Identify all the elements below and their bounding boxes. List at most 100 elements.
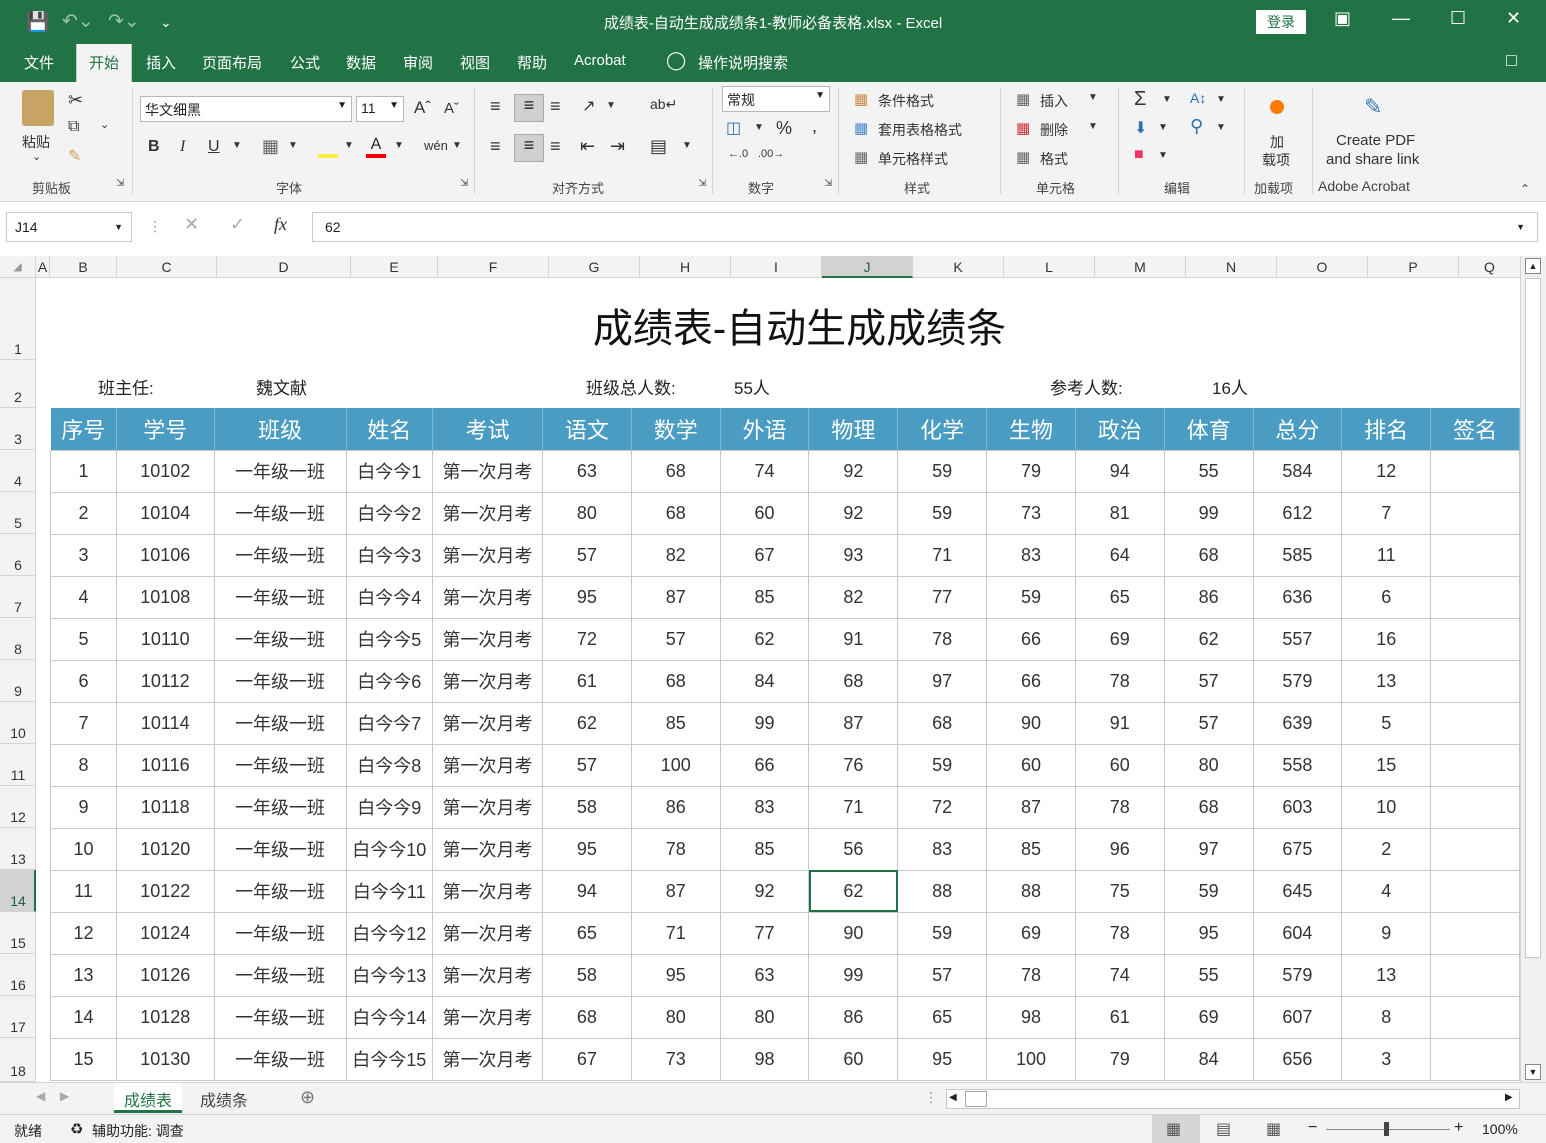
table-cell[interactable]: 第一次月考 bbox=[431, 659, 544, 703]
table-cell[interactable]: 第一次月考 bbox=[431, 995, 544, 1039]
login-button[interactable]: 登录 bbox=[1256, 10, 1306, 34]
sort-filter-icon[interactable]: A↕ bbox=[1190, 90, 1206, 106]
table-cell[interactable]: 88 bbox=[986, 869, 1076, 913]
table-cell[interactable]: 白今今5 bbox=[345, 617, 433, 661]
number-format-dropdown-icon[interactable]: ▼ bbox=[815, 90, 825, 101]
zoom-out-icon[interactable]: − bbox=[1308, 1119, 1317, 1137]
close-icon[interactable]: ✕ bbox=[1506, 8, 1521, 29]
table-cell[interactable]: 66 bbox=[986, 617, 1076, 661]
table-cell[interactable]: 65 bbox=[1074, 575, 1165, 619]
table-cell[interactable]: 白今今9 bbox=[345, 785, 433, 829]
table-cell[interactable]: 9 bbox=[1341, 911, 1432, 955]
table-cell[interactable]: 4 bbox=[50, 575, 117, 619]
create-pdf-line1[interactable]: Create PDF bbox=[1336, 132, 1415, 149]
table-cell[interactable]: 57 bbox=[630, 617, 721, 661]
table-cell[interactable]: 第一次月考 bbox=[431, 533, 544, 577]
conditional-format-button[interactable]: 条件格式 bbox=[878, 91, 934, 111]
table-cell[interactable]: 14 bbox=[50, 995, 117, 1039]
scroll-up-icon[interactable]: ▲ bbox=[1525, 258, 1541, 274]
zoom-slider-thumb[interactable] bbox=[1384, 1122, 1389, 1136]
table-cell[interactable] bbox=[1430, 785, 1520, 829]
comments-icon[interactable]: □ bbox=[1506, 50, 1517, 71]
column-title[interactable]: 数学 bbox=[631, 408, 721, 450]
table-cell[interactable]: 579 bbox=[1252, 659, 1343, 703]
orientation-icon[interactable]: ↗ bbox=[582, 96, 595, 116]
table-cell[interactable]: 63 bbox=[542, 449, 632, 493]
table-cell[interactable]: 78 bbox=[897, 617, 988, 661]
column-header[interactable]: A bbox=[36, 256, 50, 278]
table-cell[interactable]: 2 bbox=[1341, 827, 1432, 871]
font-color-icon[interactable]: A bbox=[366, 136, 386, 158]
exam-count-label[interactable]: 参考人数: bbox=[1050, 374, 1123, 399]
row-header[interactable]: 2 bbox=[0, 360, 36, 408]
table-cell[interactable]: 11 bbox=[1341, 533, 1432, 577]
table-cell[interactable]: 80 bbox=[1163, 743, 1254, 787]
table-cell[interactable]: 79 bbox=[986, 449, 1076, 493]
table-cell[interactable]: 白今今14 bbox=[345, 995, 433, 1039]
table-cell[interactable]: 95 bbox=[897, 1037, 988, 1081]
table-cell[interactable]: 100 bbox=[986, 1037, 1076, 1081]
table-cell[interactable]: 10126 bbox=[115, 953, 215, 997]
addins-icon[interactable] bbox=[1270, 100, 1284, 114]
tell-me-search[interactable]: 操作说明搜索 bbox=[698, 52, 788, 73]
format-painter-icon[interactable]: ✎ bbox=[68, 146, 81, 166]
column-header[interactable]: I bbox=[731, 256, 822, 278]
horizontal-scrollbar[interactable]: ◀ ▶ bbox=[946, 1089, 1520, 1109]
font-name-dropdown-icon[interactable]: ▼ bbox=[337, 100, 347, 111]
table-cell[interactable]: 10102 bbox=[115, 449, 215, 493]
table-cell[interactable]: 一年级一班 bbox=[213, 491, 347, 535]
table-cell[interactable]: 13 bbox=[50, 953, 117, 997]
table-cell[interactable]: 639 bbox=[1252, 701, 1343, 745]
tab-home[interactable]: 开始 bbox=[76, 44, 133, 82]
decrease-font-icon[interactable]: Aˇ bbox=[444, 100, 459, 117]
accounting-icon[interactable]: ◫ bbox=[726, 118, 741, 138]
column-header[interactable]: G bbox=[549, 256, 640, 278]
table-cell[interactable]: 78 bbox=[1074, 911, 1165, 955]
expand-formula-icon[interactable]: ▼ bbox=[1516, 222, 1525, 232]
sheet-tab[interactable]: 成绩条 bbox=[190, 1083, 258, 1113]
table-cell[interactable]: 3 bbox=[1341, 1037, 1432, 1081]
table-cell[interactable]: 77 bbox=[719, 911, 810, 955]
table-cell[interactable]: 73 bbox=[986, 491, 1076, 535]
table-cell[interactable]: 62 bbox=[1163, 617, 1254, 661]
table-cell[interactable]: 6 bbox=[50, 659, 117, 703]
merge-center-icon[interactable]: ▤ bbox=[650, 136, 667, 157]
table-cell[interactable]: 87 bbox=[808, 701, 899, 745]
table-cell[interactable]: 68 bbox=[542, 995, 632, 1039]
borders-icon[interactable]: ▦ bbox=[262, 136, 279, 157]
autosum-icon[interactable]: Σ bbox=[1134, 88, 1146, 111]
table-cell[interactable]: 10116 bbox=[115, 743, 215, 787]
font-launcher-icon[interactable]: ⇲ bbox=[460, 178, 468, 189]
add-sheet-icon[interactable]: ⊕ bbox=[300, 1087, 315, 1108]
table-cell[interactable]: 96 bbox=[1074, 827, 1165, 871]
maximize-icon[interactable]: ☐ bbox=[1450, 8, 1466, 29]
table-cell[interactable]: 78 bbox=[1074, 785, 1165, 829]
column-header-selected[interactable]: J bbox=[822, 256, 913, 278]
tab-acrobat[interactable]: Acrobat bbox=[574, 52, 626, 69]
column-title[interactable]: 考试 bbox=[432, 408, 544, 450]
table-cell[interactable]: 69 bbox=[1074, 617, 1165, 661]
table-cell[interactable]: 90 bbox=[808, 911, 899, 955]
table-cell[interactable]: 7 bbox=[1341, 491, 1432, 535]
table-cell[interactable]: 100 bbox=[630, 743, 721, 787]
table-cell[interactable]: 80 bbox=[719, 995, 810, 1039]
table-cell[interactable]: 一年级一班 bbox=[213, 869, 347, 913]
table-cell[interactable]: 第一次月考 bbox=[431, 911, 544, 955]
table-cell[interactable]: 16 bbox=[1341, 617, 1432, 661]
table-cell[interactable]: 第一次月考 bbox=[431, 869, 544, 913]
insert-cells-icon[interactable]: ▦ bbox=[1016, 90, 1030, 108]
delete-dropdown-icon[interactable]: ▼ bbox=[1088, 121, 1098, 132]
table-cell[interactable]: 75 bbox=[1074, 869, 1165, 913]
table-cell[interactable]: 81 bbox=[1074, 491, 1165, 535]
row-header[interactable]: 10 bbox=[0, 702, 36, 744]
table-cell[interactable]: 61 bbox=[1074, 995, 1165, 1039]
decrease-indent-icon[interactable]: ⇤ bbox=[580, 136, 595, 157]
table-cell[interactable]: 84 bbox=[1163, 1037, 1254, 1081]
font-size-dropdown-icon[interactable]: ▼ bbox=[389, 100, 399, 111]
fill-color-icon[interactable] bbox=[318, 136, 338, 158]
table-cell[interactable]: 82 bbox=[630, 533, 721, 577]
table-cell[interactable]: 636 bbox=[1252, 575, 1343, 619]
table-cell[interactable]: 69 bbox=[1163, 995, 1254, 1039]
table-cell[interactable]: 10104 bbox=[115, 491, 215, 535]
table-cell[interactable]: 99 bbox=[719, 701, 810, 745]
